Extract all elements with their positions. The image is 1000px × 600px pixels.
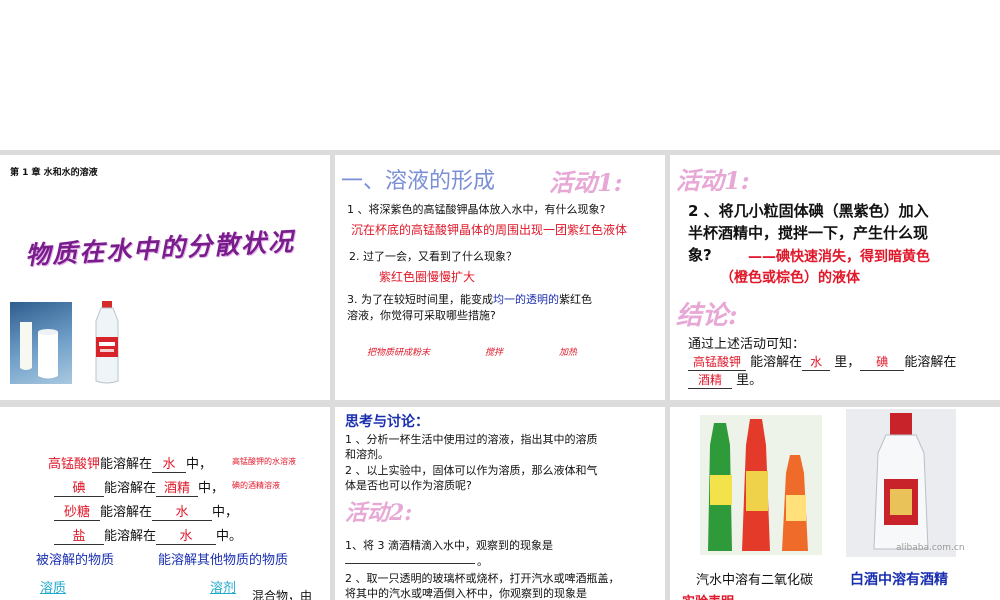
- discussion-heading: 思考与讨论：: [345, 414, 429, 430]
- mixture-text: 混合物，由: [252, 589, 313, 600]
- question-3-post: 紫红色: [559, 293, 592, 306]
- conclusion-line-2: 酒精 里。: [688, 369, 762, 389]
- row-1: 高锰酸钾能溶解在水中，: [48, 453, 212, 473]
- solvent-3: 水: [152, 501, 213, 521]
- row-4-end: 中。: [216, 529, 243, 544]
- blank-alcohol: 酒精: [688, 371, 732, 389]
- step-2b: 将其中的汽水或啤酒倒入杯中，你观察到的现象是: [345, 587, 587, 600]
- slide-1[interactable]: 第 1 章 水和水的溶液 物质在水中的分散状况: [0, 155, 330, 400]
- slide-title: 物质在水中的分散状况: [24, 226, 296, 271]
- row-2-text: 能溶解在: [104, 481, 157, 496]
- solute-2: 碘: [54, 477, 104, 497]
- question-3-line-2: 溶液，你觉得可采取哪些措施?: [347, 309, 496, 322]
- row-1-text: 能溶解在: [100, 457, 153, 472]
- row-4-text: 能溶解在: [104, 529, 157, 544]
- note-permanganate-solution: 高锰酸钾的水溶液: [232, 457, 296, 466]
- answer-2: 紫红色圈慢慢扩大: [379, 270, 476, 284]
- question-3-pre: 3. 为了在较短时间里，能变成: [347, 293, 493, 306]
- label-dissolving-substance: 能溶解其他物质的物质: [158, 553, 289, 568]
- activity-label: 活动1:: [676, 166, 750, 195]
- answer-line-2: （橙色或棕色）的液体: [720, 270, 860, 286]
- question-line-3: 象?: [688, 246, 712, 264]
- question-line-1: 2 、将几小粒固体碘（黑紫色）加入: [688, 202, 929, 220]
- row-1-end: 中，: [186, 457, 213, 472]
- question-line-2: 半杯酒精中，搅拌一下，产生什么现: [688, 224, 929, 242]
- row-3: 砂糖 能溶解在水中，: [54, 501, 238, 521]
- step-1-blank: [345, 563, 475, 564]
- chapter-label: 第 1 章 水和水的溶液: [10, 168, 98, 178]
- milk-photo-icon: [10, 302, 72, 384]
- method-stir: 搅拌: [485, 348, 504, 358]
- discussion-1a: 1 、分析一杯生活中使用过的溶液，指出其中的溶质: [345, 433, 598, 446]
- solute-3: 砂糖: [54, 501, 100, 521]
- section-heading: 一、溶液的形成: [341, 169, 496, 194]
- answer-line-1: ——碘快速消失，得到暗黄色: [748, 249, 930, 265]
- row-2: 碘能溶解在 酒精 中，: [54, 477, 224, 497]
- row-3-end: 中，: [212, 505, 239, 520]
- solute-1: 高锰酸钾: [48, 457, 101, 472]
- soda-bottles-photo-icon: [700, 415, 822, 555]
- blank-water: 水: [802, 353, 831, 371]
- water-bottle-photo-icon: [90, 301, 124, 385]
- solvent-4: 水: [156, 525, 217, 545]
- question-1: 1 、将深紫色的高锰酸钾晶体放入水中，有什么现象?: [347, 203, 606, 216]
- watermark: alibaba.com.cn: [896, 543, 965, 553]
- text-in: 里，: [834, 355, 861, 370]
- slide-2[interactable]: 一、溶液的形成 活动1: 1 、将深紫色的高锰酸钾晶体放入水中，有什么现象? 沉…: [335, 155, 665, 400]
- discussion-2b: 体是否也可以作为溶质呢?: [345, 479, 472, 492]
- slide-5[interactable]: 思考与讨论： 1 、分析一杯生活中使用过的溶液，指出其中的溶质 和溶剂。 2 、…: [335, 407, 665, 600]
- note-iodine-solution: 碘的酒精溶液: [232, 481, 280, 490]
- slide-3[interactable]: 活动1: 2 、将几小粒固体碘（黑紫色）加入 半杯酒精中，搅拌一下，产生什么现 …: [670, 155, 1000, 400]
- solvent-2: 酒精: [156, 477, 199, 497]
- method-powder: 把物质研成粉末: [367, 348, 431, 358]
- term-solvent: 溶剂: [210, 581, 237, 596]
- step-1: 1、将 3 滴酒精滴入水中，观察到的现象是: [345, 539, 553, 552]
- text-can-dissolve-2: 能溶解在: [904, 355, 957, 370]
- label-dissolved-substance: 被溶解的物质: [36, 553, 115, 568]
- step-2a: 2 、取一只透明的玻璃杯或烧杯，打开汽水或啤酒瓶盖，: [345, 572, 620, 585]
- slide-4[interactable]: 高锰酸钾能溶解在水中， 高锰酸钾的水溶液 碘能溶解在 酒精 中， 碘的酒精溶液 砂糖…: [0, 407, 330, 600]
- slide-6[interactable]: alibaba.com.cn 汽水中溶有二氧化碳 白酒中溶有酒精 实验表明: [670, 407, 1000, 600]
- activity-label: 活动1:: [549, 168, 623, 197]
- conclusion-lead: 通过上述活动可知：: [688, 337, 806, 352]
- conclusion-line-1: 高锰酸钾 能溶解在水 里，碘能溶解在: [688, 351, 956, 371]
- row-2-end: 中，: [198, 481, 225, 496]
- discussion-2a: 2 、以上实验中，固体可以作为溶质，那么液体和气: [345, 464, 598, 477]
- row-3-text: 能溶解在: [100, 505, 153, 520]
- text-can-dissolve: 能溶解在: [750, 355, 803, 370]
- question-3: 3. 为了在较短时间里，能变成均一的透明的紫红色: [347, 291, 592, 307]
- text-in-end: 里。: [736, 373, 763, 388]
- experiment-shows: 实验表明: [682, 591, 734, 600]
- conclusion-label: 结论:: [676, 301, 738, 331]
- slide-grid: 第 1 章 水和水的溶液 物质在水中的分散状况 一、溶液的形成 活动1: 1 、…: [0, 150, 1000, 600]
- answer-1: 沉在杯底的高锰酸钾晶体的周围出现一团紫红色液体: [351, 223, 628, 237]
- solvent-1: 水: [152, 453, 187, 473]
- question-3-highlight: 均一的透明的: [493, 293, 559, 306]
- liquor-bottle-photo-icon: alibaba.com.cn: [846, 409, 965, 557]
- solute-4: 盐: [54, 525, 104, 545]
- blank-iodine: 碘: [860, 353, 905, 371]
- term-solute: 溶质: [40, 581, 67, 596]
- row-4: 盐能溶解在水中。: [54, 525, 242, 545]
- method-heat: 加热: [559, 348, 578, 358]
- discussion-1b: 和溶剂。: [345, 448, 389, 461]
- step-1-end: 。: [477, 555, 488, 568]
- question-2: 2. 过了一会，又看到了什么现象？: [349, 250, 517, 263]
- caption-soda: 汽水中溶有二氧化碳: [696, 573, 814, 588]
- caption-liquor: 白酒中溶有酒精: [850, 572, 948, 588]
- activity-2-label: 活动2:: [345, 500, 413, 526]
